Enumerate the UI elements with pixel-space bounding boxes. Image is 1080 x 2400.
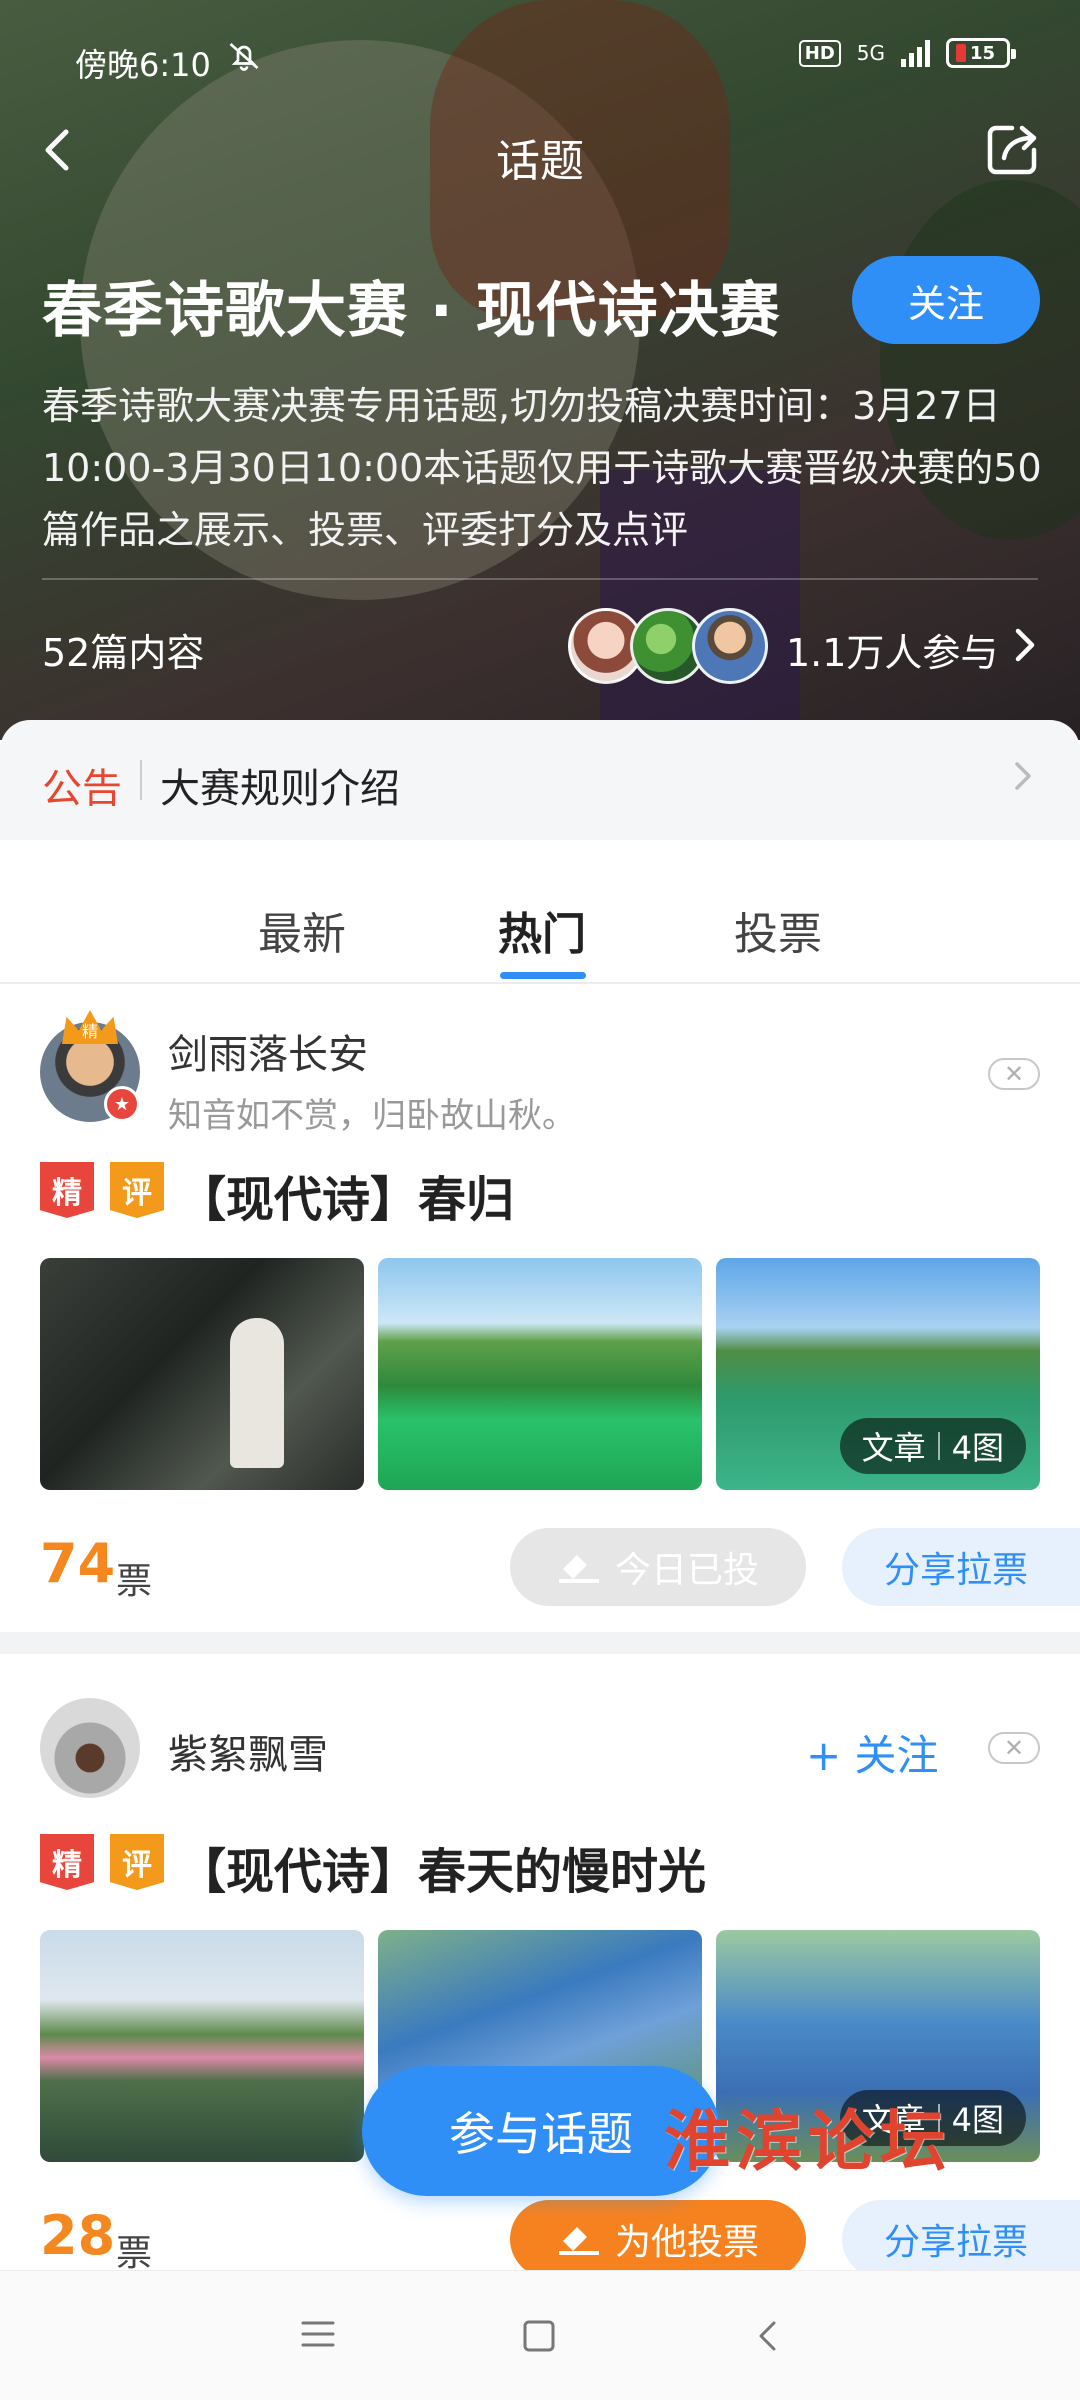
nav-title: 话题: [496, 136, 584, 187]
share-vote-button[interactable]: 分享拉票: [842, 1528, 1080, 1606]
image-count-badge: 文章 4图: [839, 1418, 1026, 1474]
menu-icon[interactable]: [300, 2319, 336, 2353]
battery-icon: 15: [946, 38, 1016, 68]
author-name[interactable]: 剑雨落长安: [168, 1022, 368, 1080]
divider: [42, 578, 1038, 580]
review-badge: 评: [110, 1162, 164, 1218]
watermark: 淮滨论坛: [664, 2102, 952, 2180]
topic-description: 春季诗歌大赛决赛专用话题,切勿投稿决赛时间：3月27日10:00-3月30日10…: [42, 384, 1042, 552]
crown-icon: 精: [62, 1010, 118, 1044]
vote-unit: 票: [116, 1561, 153, 1602]
avatar-badge: 精: [81, 1022, 98, 1041]
post-title[interactable]: 【现代诗】春天的慢时光: [178, 1832, 706, 1902]
chevron-right-icon[interactable]: [1010, 625, 1040, 675]
bell-off-icon: [226, 38, 262, 83]
verified-badge-icon: ★: [104, 1086, 140, 1122]
author-name[interactable]: 紫絮飘雪: [168, 1722, 328, 1780]
vote-button-label: 今日已投: [614, 1550, 759, 1591]
share-icon: [987, 125, 1037, 175]
review-badge: 评: [110, 1834, 164, 1890]
system-nav-bar: [0, 2270, 1080, 2400]
image-type: 文章: [861, 1429, 926, 1467]
post-image[interactable]: [378, 1258, 702, 1490]
status-icons: HD 5G 15: [798, 38, 1016, 68]
tab-vote[interactable]: 投票: [734, 898, 822, 962]
post-separator: [0, 1632, 1080, 1654]
close-icon[interactable]: ✕: [988, 1058, 1040, 1090]
featured-badge: 精: [40, 1834, 94, 1890]
vote-for-him-button[interactable]: 为他投票: [510, 2200, 806, 2278]
vote-button-label: 为他投票: [614, 2222, 759, 2263]
image-count: 4图: [951, 2101, 1004, 2139]
share-vote-button[interactable]: 分享拉票: [842, 2200, 1080, 2278]
battery-level: 15: [970, 42, 996, 64]
tab-hot[interactable]: 热门: [498, 898, 586, 962]
vote-icon: [558, 2227, 599, 2255]
chevron-right-icon: [1012, 758, 1034, 803]
share-button[interactable]: [982, 120, 1042, 180]
post-image[interactable]: [40, 1930, 364, 2162]
tab-indicator: [500, 972, 586, 979]
notice-tag: 公告: [42, 766, 122, 812]
avatar: [692, 608, 768, 684]
close-icon[interactable]: ✕: [988, 1732, 1040, 1764]
vote-count: 28: [40, 2204, 116, 2267]
vote-icon: [558, 1555, 599, 1583]
image-count: 4图: [951, 1429, 1004, 1467]
topic-title: 春季诗歌大赛 · 现代诗决赛: [42, 276, 781, 346]
vote-count: 74: [40, 1532, 116, 1595]
divider: [140, 760, 142, 800]
figure-shape: [230, 1318, 284, 1468]
content-count: 52篇内容: [42, 631, 205, 675]
participant-avatars[interactable]: [568, 608, 768, 684]
avatar[interactable]: [40, 1698, 140, 1798]
follow-author-button[interactable]: + 关注: [806, 1722, 939, 1783]
post-title[interactable]: 【现代诗】春归: [178, 1160, 514, 1230]
status-bar: 傍晚6:10 HD 5G 15: [0, 0, 1080, 120]
status-time: 傍晚6:10: [75, 46, 211, 84]
network-label: 5G: [856, 41, 885, 65]
voted-today-button[interactable]: 今日已投: [510, 1528, 806, 1606]
featured-badge: 精: [40, 1162, 94, 1218]
notice-text[interactable]: 大赛规则介绍: [160, 756, 400, 814]
vote-unit: 票: [116, 2233, 153, 2274]
home-icon[interactable]: [522, 2319, 556, 2357]
hd-icon: HD: [798, 39, 841, 67]
follow-topic-button[interactable]: 关注: [852, 256, 1040, 344]
participants-count[interactable]: 1.1万人参与: [786, 622, 998, 677]
post-image[interactable]: [40, 1258, 364, 1490]
tab-latest[interactable]: 最新: [258, 898, 346, 962]
post-image[interactable]: 文章 4图: [716, 1258, 1040, 1490]
back-icon[interactable]: [756, 2319, 780, 2357]
notice-bar[interactable]: 公告 大赛规则介绍: [0, 720, 1080, 840]
divider: [0, 982, 1080, 984]
author-signature: 知音如不赏，归卧故山秋。: [168, 1096, 576, 1136]
signal-icon: [901, 39, 930, 67]
topic-header: 傍晚6:10 HD 5G 15 话题 春季诗歌大赛 · 现代诗决赛 关注 春季诗…: [0, 0, 1080, 740]
